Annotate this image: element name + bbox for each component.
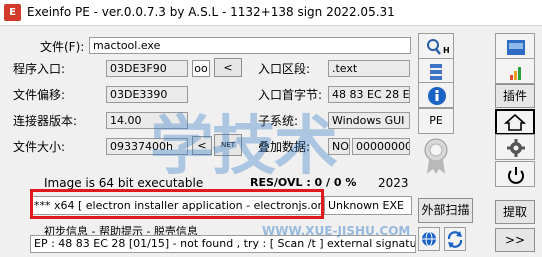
file-label: 文件(F): [40, 40, 85, 54]
entry-point-label: 程序入口: [13, 62, 66, 76]
magnifier-icon: H [427, 39, 450, 55]
medal-icon [424, 138, 448, 174]
stats-button[interactable] [495, 58, 535, 84]
gear-icon [507, 139, 525, 157]
watermark-url: WWW.XUE-JISHU.COM [262, 224, 411, 238]
sections-button[interactable] [418, 58, 454, 84]
signal-bars-icon [510, 67, 521, 80]
title-bar: E Exeinfo PE - ver.0.0.7.3 by A.S.L - 11… [0, 0, 542, 26]
first-bytes-field[interactable]: 48 83 EC 28 E8 [328, 86, 410, 103]
app-icon: E [4, 4, 21, 21]
year-text: 2023 [378, 176, 409, 190]
entry-prev-button[interactable]: < [214, 58, 242, 77]
exit-button[interactable] [495, 161, 535, 187]
rosette-badge [418, 134, 454, 178]
watermark: 学技术 [150, 110, 338, 184]
folder-icon [507, 40, 525, 55]
next-button[interactable]: >> [495, 228, 535, 252]
plugins-button[interactable]: 插件(G) [495, 84, 535, 125]
search-button[interactable]: H [418, 33, 454, 59]
globe-icon [422, 231, 436, 247]
home-icon [503, 113, 527, 131]
power-icon [508, 167, 524, 184]
overlay-field-2[interactable]: 00000000 [352, 138, 410, 155]
refresh-icon [447, 231, 463, 248]
globe-button[interactable] [418, 227, 440, 251]
unknown-exe-field[interactable]: Unknown EXE [324, 196, 412, 215]
linker-label: 连接器版本: [13, 114, 78, 128]
info-button[interactable] [418, 82, 454, 108]
home-button[interactable] [495, 109, 535, 135]
pe-button[interactable]: PE [418, 108, 454, 134]
window-title: Exeinfo PE - ver.0.0.7.3 by A.S.L - 1132… [27, 5, 395, 19]
detection-highlight [30, 189, 324, 219]
file-size-label: 文件大小: [13, 140, 66, 154]
refresh-button[interactable] [444, 227, 466, 251]
entry-section-label: 入口区段: [258, 62, 311, 76]
info-icon [428, 87, 446, 105]
open-file-button[interactable] [495, 33, 535, 59]
extract-button[interactable]: 提取(P) [495, 200, 535, 241]
entry-point-field[interactable]: 03DE3F90 [106, 60, 188, 77]
file-offset-label: 文件偏移: [13, 88, 66, 102]
external-scan-button[interactable]: 外部扫描 [418, 198, 473, 223]
search-h-text: H [443, 46, 450, 55]
entry-section-field[interactable]: .text [328, 60, 410, 77]
pe-button-label: PE [429, 114, 443, 127]
subsystem-field[interactable]: Windows GUI [328, 112, 410, 129]
entry-oo-button[interactable]: oo [192, 60, 210, 77]
settings-button[interactable] [495, 134, 535, 160]
file-path-field[interactable]: mactool.exe [89, 37, 411, 54]
